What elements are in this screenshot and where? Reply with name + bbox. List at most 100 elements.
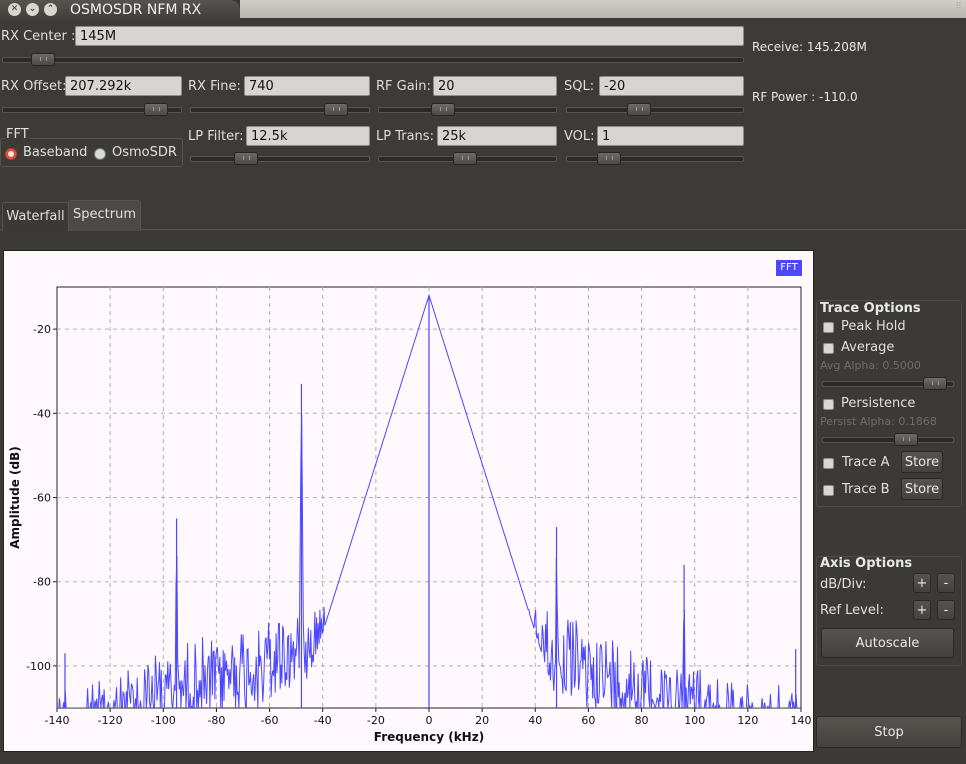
window-title-tab: ✕ ⌄ ⌃ OSMOSDR NFM RX [0,0,240,20]
lp-trans-slider-thumb[interactable] [453,152,478,165]
tab-waterfall[interactable]: Waterfall [2,202,69,231]
vol-slider[interactable] [566,152,744,165]
x-tick-label: 100 [684,714,705,727]
y-tick-label: -80 [33,576,51,589]
x-tick-label: 120 [737,714,758,727]
baseband-radio[interactable] [5,148,17,160]
axis-options-title: Axis Options [820,556,913,571]
x-tick-label: -140 [45,714,70,727]
rf-power-readout: RF Power : -110.0 [752,90,858,104]
x-tick-label: 60 [581,714,595,727]
rx-fine-input[interactable]: 740 [244,76,370,96]
fft-source-group: FFT Baseband OsmoSDR [0,127,183,167]
rx-offset-label: RX Offset: [1,79,67,94]
vol-slider-thumb[interactable] [597,152,622,165]
ref-level-minus-button[interactable]: - [937,600,955,620]
average-label: Average [841,340,895,355]
trace-options-title: Trace Options [820,301,921,316]
x-tick-label: -20 [367,714,385,727]
trace-a-store-button[interactable]: Store [901,451,943,473]
db-div-label: dB/Div: [820,577,867,592]
ref-level-label: Ref Level: [820,603,884,618]
db-div-plus-button[interactable]: + [913,573,931,593]
sql-slider[interactable] [566,103,744,116]
trace-a-label: Trace A [842,455,890,470]
fft-group-label: FFT [5,127,30,142]
x-tick-label: -40 [314,714,332,727]
sql-label: SQL: [564,79,595,94]
rf-gain-input[interactable]: 20 [433,76,557,96]
osmosdr-label: OsmoSDR [112,145,177,160]
stop-button[interactable]: Stop [816,716,962,748]
rx-fine-slider[interactable] [190,103,370,116]
rx-fine-label: RX Fine: [188,79,241,94]
persistence-label: Persistence [841,396,916,411]
minimize-icon[interactable]: ⌄ [26,3,39,16]
trace-b-store-button[interactable]: Store [901,478,943,500]
autoscale-button[interactable]: Autoscale [821,628,954,658]
average-checkbox[interactable] [823,343,834,354]
osmosdr-radio[interactable] [94,148,106,160]
lp-trans-slider[interactable] [378,152,557,165]
x-tick-label: -120 [98,714,123,727]
receive-frequency: Receive: 145.208M [752,40,867,54]
lp-filter-label: LP Filter: [188,129,244,144]
maximize-icon[interactable]: ⌃ [44,3,57,16]
lp-trans-label: LP Trans: [376,129,434,144]
lp-filter-slider-thumb[interactable] [234,152,259,165]
peak-hold-label: Peak Hold [841,319,906,334]
baseband-label: Baseband [23,145,88,160]
rf-gain-slider-thumb[interactable] [431,103,456,116]
avg-alpha-label: Avg Alpha: 0.5000 [820,359,921,372]
vol-input[interactable]: 1 [597,126,744,146]
close-icon[interactable]: ✕ [8,3,21,16]
rx-center-slider-thumb[interactable] [30,53,55,66]
tab-spectrum[interactable]: Spectrum [68,200,141,231]
sql-slider-thumb[interactable] [626,103,651,116]
vol-label: VOL: [564,129,595,144]
spectrum-chart-svg: -140 -120 -100 -80 -60 -40 -20 0 20 40 60 80 100 120 1… [8,286,812,744]
lp-filter-input[interactable]: 12.5k [246,126,370,146]
x-tick-label: -60 [261,714,279,727]
side-panel: Trace Options Peak Hold Average Avg Alph… [814,250,964,750]
x-tick-label: -80 [207,714,225,727]
grip-icon[interactable]: ⠿ [955,2,962,12]
x-tick-label: -100 [151,714,176,727]
rx-center-label: RX Center : [1,29,76,44]
sql-input[interactable]: -20 [599,76,744,96]
x-tick-label: 0 [426,714,433,727]
rx-fine-slider-thumb[interactable] [324,103,349,116]
avg-alpha-slider[interactable] [822,377,954,390]
persistence-checkbox[interactable] [823,399,834,410]
x-axis-label: Frequency (kHz) [374,730,484,744]
peak-hold-checkbox[interactable] [823,322,834,333]
rf-gain-slider[interactable] [378,103,557,116]
y-tick-label: -40 [33,407,51,420]
spectrum-plot: -140 -120 -100 -80 -60 -40 -20 0 20 40 60 80 100 120 1… [3,250,814,752]
fft-legend: FFT [776,260,802,276]
rx-offset-slider-thumb[interactable] [144,103,169,116]
lp-filter-slider[interactable] [190,152,370,165]
rx-offset-slider[interactable] [2,103,182,116]
y-tick-label: -60 [33,492,51,505]
lp-trans-input[interactable]: 25k [437,126,557,146]
x-tick-label: 40 [528,714,542,727]
y-tick-label: -100 [26,660,51,673]
x-tick-label: 20 [475,714,489,727]
persist-alpha-label: Persist Alpha: 0.1868 [820,415,937,428]
ref-level-plus-button[interactable]: + [913,600,931,620]
trace-a-checkbox[interactable] [823,458,834,469]
window-title: OSMOSDR NFM RX [70,2,202,18]
y-tick-label: -20 [33,323,51,336]
trace-b-checkbox[interactable] [823,485,834,496]
avg-alpha-slider-thumb[interactable] [923,377,948,390]
x-tick-label: 140 [791,714,812,727]
rx-offset-input[interactable]: 207.292k [65,76,182,96]
x-tick-label: 80 [635,714,649,727]
y-axis-label: Amplitude (dB) [8,446,22,549]
db-div-minus-button[interactable]: - [937,573,955,593]
rx-center-input[interactable]: 145M [75,26,744,46]
persist-alpha-slider[interactable] [822,433,954,446]
persist-alpha-slider-thumb[interactable] [893,433,918,446]
rx-center-slider[interactable] [2,53,744,66]
